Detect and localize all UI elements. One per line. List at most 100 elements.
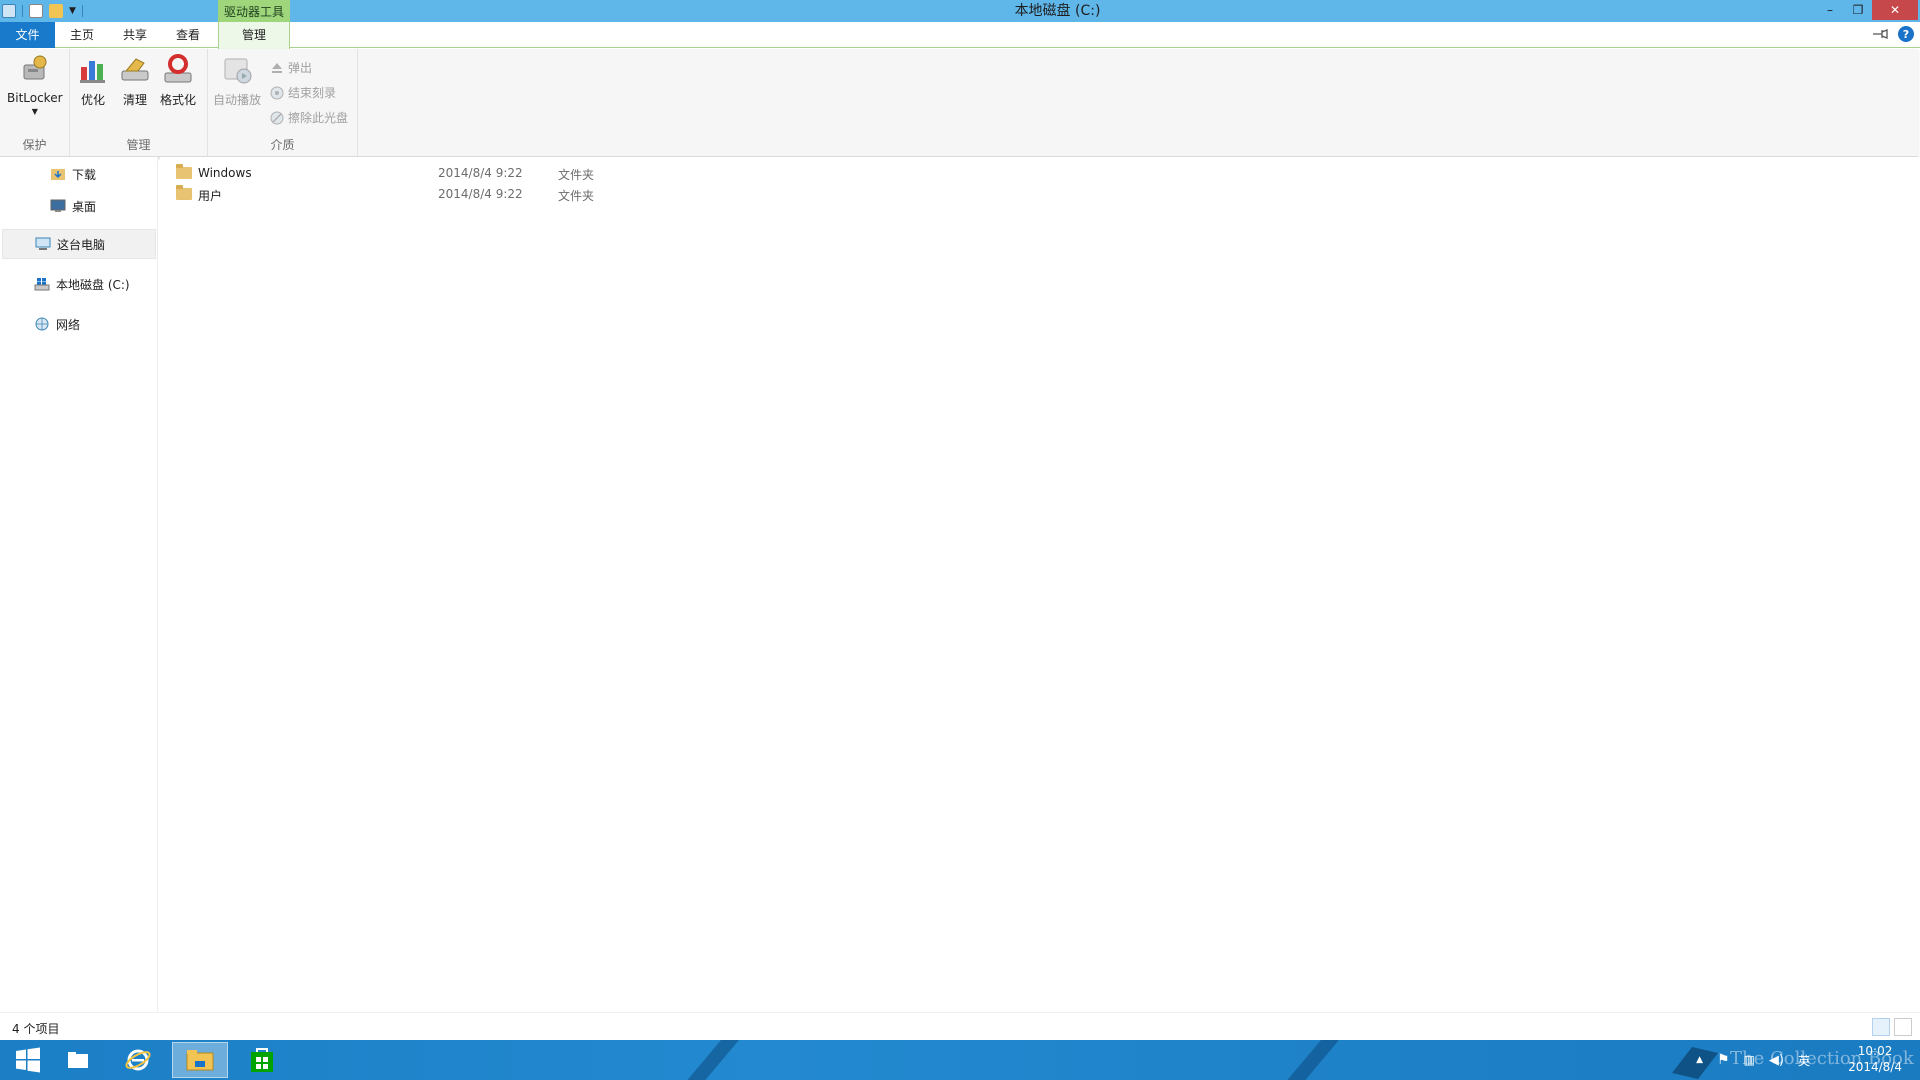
nav-item-label: 这台电脑 xyxy=(57,237,106,252)
start-button[interactable] xyxy=(0,1042,56,1078)
tab-manage[interactable]: 管理 xyxy=(218,22,290,49)
qat-separator xyxy=(22,5,23,17)
taskbar: The Collection Book ▲ ⚑ ▥ ◀) 英 10:02 201… xyxy=(0,1040,1920,1080)
autoplay-label: 自动播放 xyxy=(213,93,262,107)
status-bar: 4 个项目 xyxy=(0,1012,1920,1040)
volume-icon[interactable]: ◀) xyxy=(1769,1053,1784,1068)
windows-logo-icon xyxy=(16,1047,40,1073)
item-count: 4 个项目 xyxy=(12,1022,60,1036)
desktop-folder-icon xyxy=(50,199,66,212)
file-type: 文件夹 xyxy=(558,189,595,203)
nav-item-network[interactable]: 网络 xyxy=(34,309,80,339)
tab-file[interactable]: 文件 xyxy=(0,22,55,48)
input-language-indicator[interactable]: 英 xyxy=(1798,1052,1810,1069)
large-icons-view-icon[interactable] xyxy=(1894,1018,1912,1036)
autoplay-icon xyxy=(224,58,252,84)
group-media: 自动播放 弹出 结束刻录 擦除此光盘 介质 xyxy=(208,49,358,157)
taskbar-internet-explorer[interactable] xyxy=(110,1042,166,1078)
nav-item-this-pc[interactable]: 这台电脑 xyxy=(2,229,156,259)
clock-time: 10:02 xyxy=(1857,1044,1893,1058)
file-name: Windows xyxy=(198,166,252,180)
nav-item-label: 网络 xyxy=(56,317,81,332)
computer-icon xyxy=(35,237,51,250)
folder-icon xyxy=(176,185,192,200)
details-view-icon[interactable] xyxy=(1872,1018,1890,1036)
eject-icon xyxy=(272,62,282,73)
file-date: 2014/8/4 9:22 xyxy=(438,166,523,180)
ribbon-tab-row: 文件 主页 共享 查看 管理 ? xyxy=(0,22,1920,49)
network-icon xyxy=(35,317,49,331)
nav-item-desktop[interactable]: 桌面 xyxy=(50,191,96,221)
nav-item-label: 本地磁盘 (C:) xyxy=(56,277,130,292)
explorer-drive-icon xyxy=(2,4,16,18)
qat-separator xyxy=(81,5,83,17)
bitlocker-label: BitLocker xyxy=(7,91,63,105)
taskbar-clock[interactable]: 10:02 2014/8/4 xyxy=(1848,1043,1902,1075)
finish-burning-button[interactable]: 结束刻录 xyxy=(270,84,336,101)
taskbar-store[interactable] xyxy=(234,1042,290,1078)
list-item[interactable]: Windows 2014/8/4 9:22 文件夹 xyxy=(176,163,676,183)
eject-label: 弹出 xyxy=(288,61,313,75)
bitlocker-key-icon xyxy=(23,55,47,80)
title-bar: ▼ 驱动器工具 本地磁盘 (C:) – ❐ ✕ xyxy=(0,0,1920,22)
quick-access-toolbar: ▼ xyxy=(0,2,83,20)
ribbon-panel: BitLocker ▼ 保护 优化 清理 格式化 管理 自动播放 弹出 结束刻录… xyxy=(0,49,1918,157)
store-bag-icon xyxy=(251,1048,273,1072)
list-item[interactable]: 用户 2014/8/4 9:22 文件夹 xyxy=(176,184,676,204)
format-button[interactable]: 格式化 xyxy=(160,53,196,108)
clock-date: 2014/8/4 xyxy=(1848,1060,1902,1074)
navigation-pane: 下载 桌面 这台电脑 本地磁盘 (C:) 网络 xyxy=(0,157,158,1012)
cleanup-icon xyxy=(121,58,149,81)
show-hidden-icons-icon[interactable]: ▲ xyxy=(1696,1055,1703,1065)
pin-ribbon-icon[interactable] xyxy=(1872,28,1888,40)
close-button[interactable]: ✕ xyxy=(1872,0,1918,20)
format-label: 格式化 xyxy=(160,93,197,107)
tab-share[interactable]: 共享 xyxy=(115,22,155,48)
new-folder-icon[interactable] xyxy=(49,4,63,18)
tab-view[interactable]: 查看 xyxy=(168,22,208,48)
folder-icon xyxy=(176,164,192,179)
cleanup-button[interactable]: 清理 xyxy=(118,53,152,108)
download-folder-icon xyxy=(51,169,65,180)
burn-disc-icon xyxy=(270,86,284,99)
erase-disc-label: 擦除此光盘 xyxy=(288,111,349,125)
properties-icon[interactable] xyxy=(29,4,43,18)
system-tray: ▲ ⚑ ▥ ◀) 英 xyxy=(1696,1040,1810,1080)
local-disk-icon xyxy=(34,278,50,291)
wallpaper-stripe xyxy=(1270,1040,1348,1080)
file-date: 2014/8/4 9:22 xyxy=(438,187,523,201)
nav-item-local-disk-c[interactable]: 本地磁盘 (C:) xyxy=(34,269,130,299)
nav-item-label: 桌面 xyxy=(72,199,97,214)
group-manage: 优化 清理 格式化 管理 xyxy=(70,49,208,157)
minimize-button[interactable]: – xyxy=(1816,0,1844,20)
restore-button[interactable]: ❐ xyxy=(1844,0,1872,20)
group-label-media: 介质 xyxy=(270,138,295,152)
format-icon xyxy=(164,54,192,83)
ribbon-right-controls: ? xyxy=(1872,26,1914,42)
optimize-button[interactable]: 优化 xyxy=(76,53,110,108)
file-list: Windows 2014/8/4 9:22 文件夹 用户 2014/8/4 9:… xyxy=(160,157,1920,1012)
nav-item-downloads[interactable]: 下载 xyxy=(50,159,96,189)
task-view-button[interactable] xyxy=(50,1042,106,1078)
nav-item-label: 下载 xyxy=(72,167,97,182)
erase-disc-button[interactable]: 擦除此光盘 xyxy=(270,109,348,126)
help-icon[interactable]: ? xyxy=(1898,26,1914,42)
group-protect: BitLocker ▼ 保护 xyxy=(0,49,70,157)
eject-button[interactable]: 弹出 xyxy=(270,59,312,76)
taskbar-file-explorer[interactable] xyxy=(172,1042,228,1078)
action-center-flag-icon[interactable]: ⚑ xyxy=(1717,1052,1730,1068)
view-switcher xyxy=(1872,1018,1912,1036)
tab-home[interactable]: 主页 xyxy=(62,22,102,48)
optimize-label: 优化 xyxy=(80,93,105,107)
autoplay-button[interactable]: 自动播放 xyxy=(213,53,261,108)
file-name: 用户 xyxy=(198,189,223,203)
network-status-icon[interactable]: ▥ xyxy=(1744,1053,1755,1067)
chevron-down-icon: ▼ xyxy=(31,107,38,116)
file-explorer-icon xyxy=(186,1050,214,1071)
cleanup-label: 清理 xyxy=(122,93,147,107)
optimize-icon xyxy=(80,61,105,83)
context-tab-group-label: 驱动器工具 xyxy=(218,0,290,22)
qat-dropdown-icon[interactable]: ▼ xyxy=(69,6,76,16)
bitlocker-button[interactable]: BitLocker ▼ xyxy=(7,53,63,116)
wallpaper-stripe xyxy=(670,1040,748,1080)
